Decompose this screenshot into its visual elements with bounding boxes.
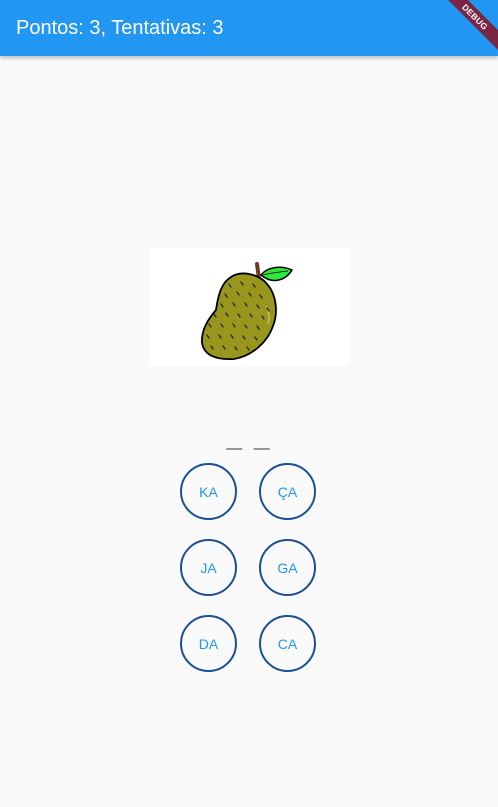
syllable-button-ka[interactable]: KA <box>180 463 237 520</box>
debug-banner: DEBUG <box>438 0 498 60</box>
word-slots: _ _ <box>226 421 272 452</box>
syllable-button-ca-cedilla[interactable]: ÇA <box>259 463 316 520</box>
syllable-button-ca[interactable]: CA <box>259 615 316 672</box>
jackfruit-icon <box>201 262 294 360</box>
app-bar: Pontos: 3, Tentativas: 3 <box>0 0 498 56</box>
syllable-button-ja[interactable]: JA <box>180 539 237 596</box>
debug-banner-label: DEBUG <box>438 0 498 54</box>
syllable-button-ga[interactable]: GA <box>259 539 316 596</box>
syllable-button-da[interactable]: DA <box>180 615 237 672</box>
word-picture <box>149 248 349 366</box>
page-title: Pontos: 3, Tentativas: 3 <box>16 17 224 39</box>
